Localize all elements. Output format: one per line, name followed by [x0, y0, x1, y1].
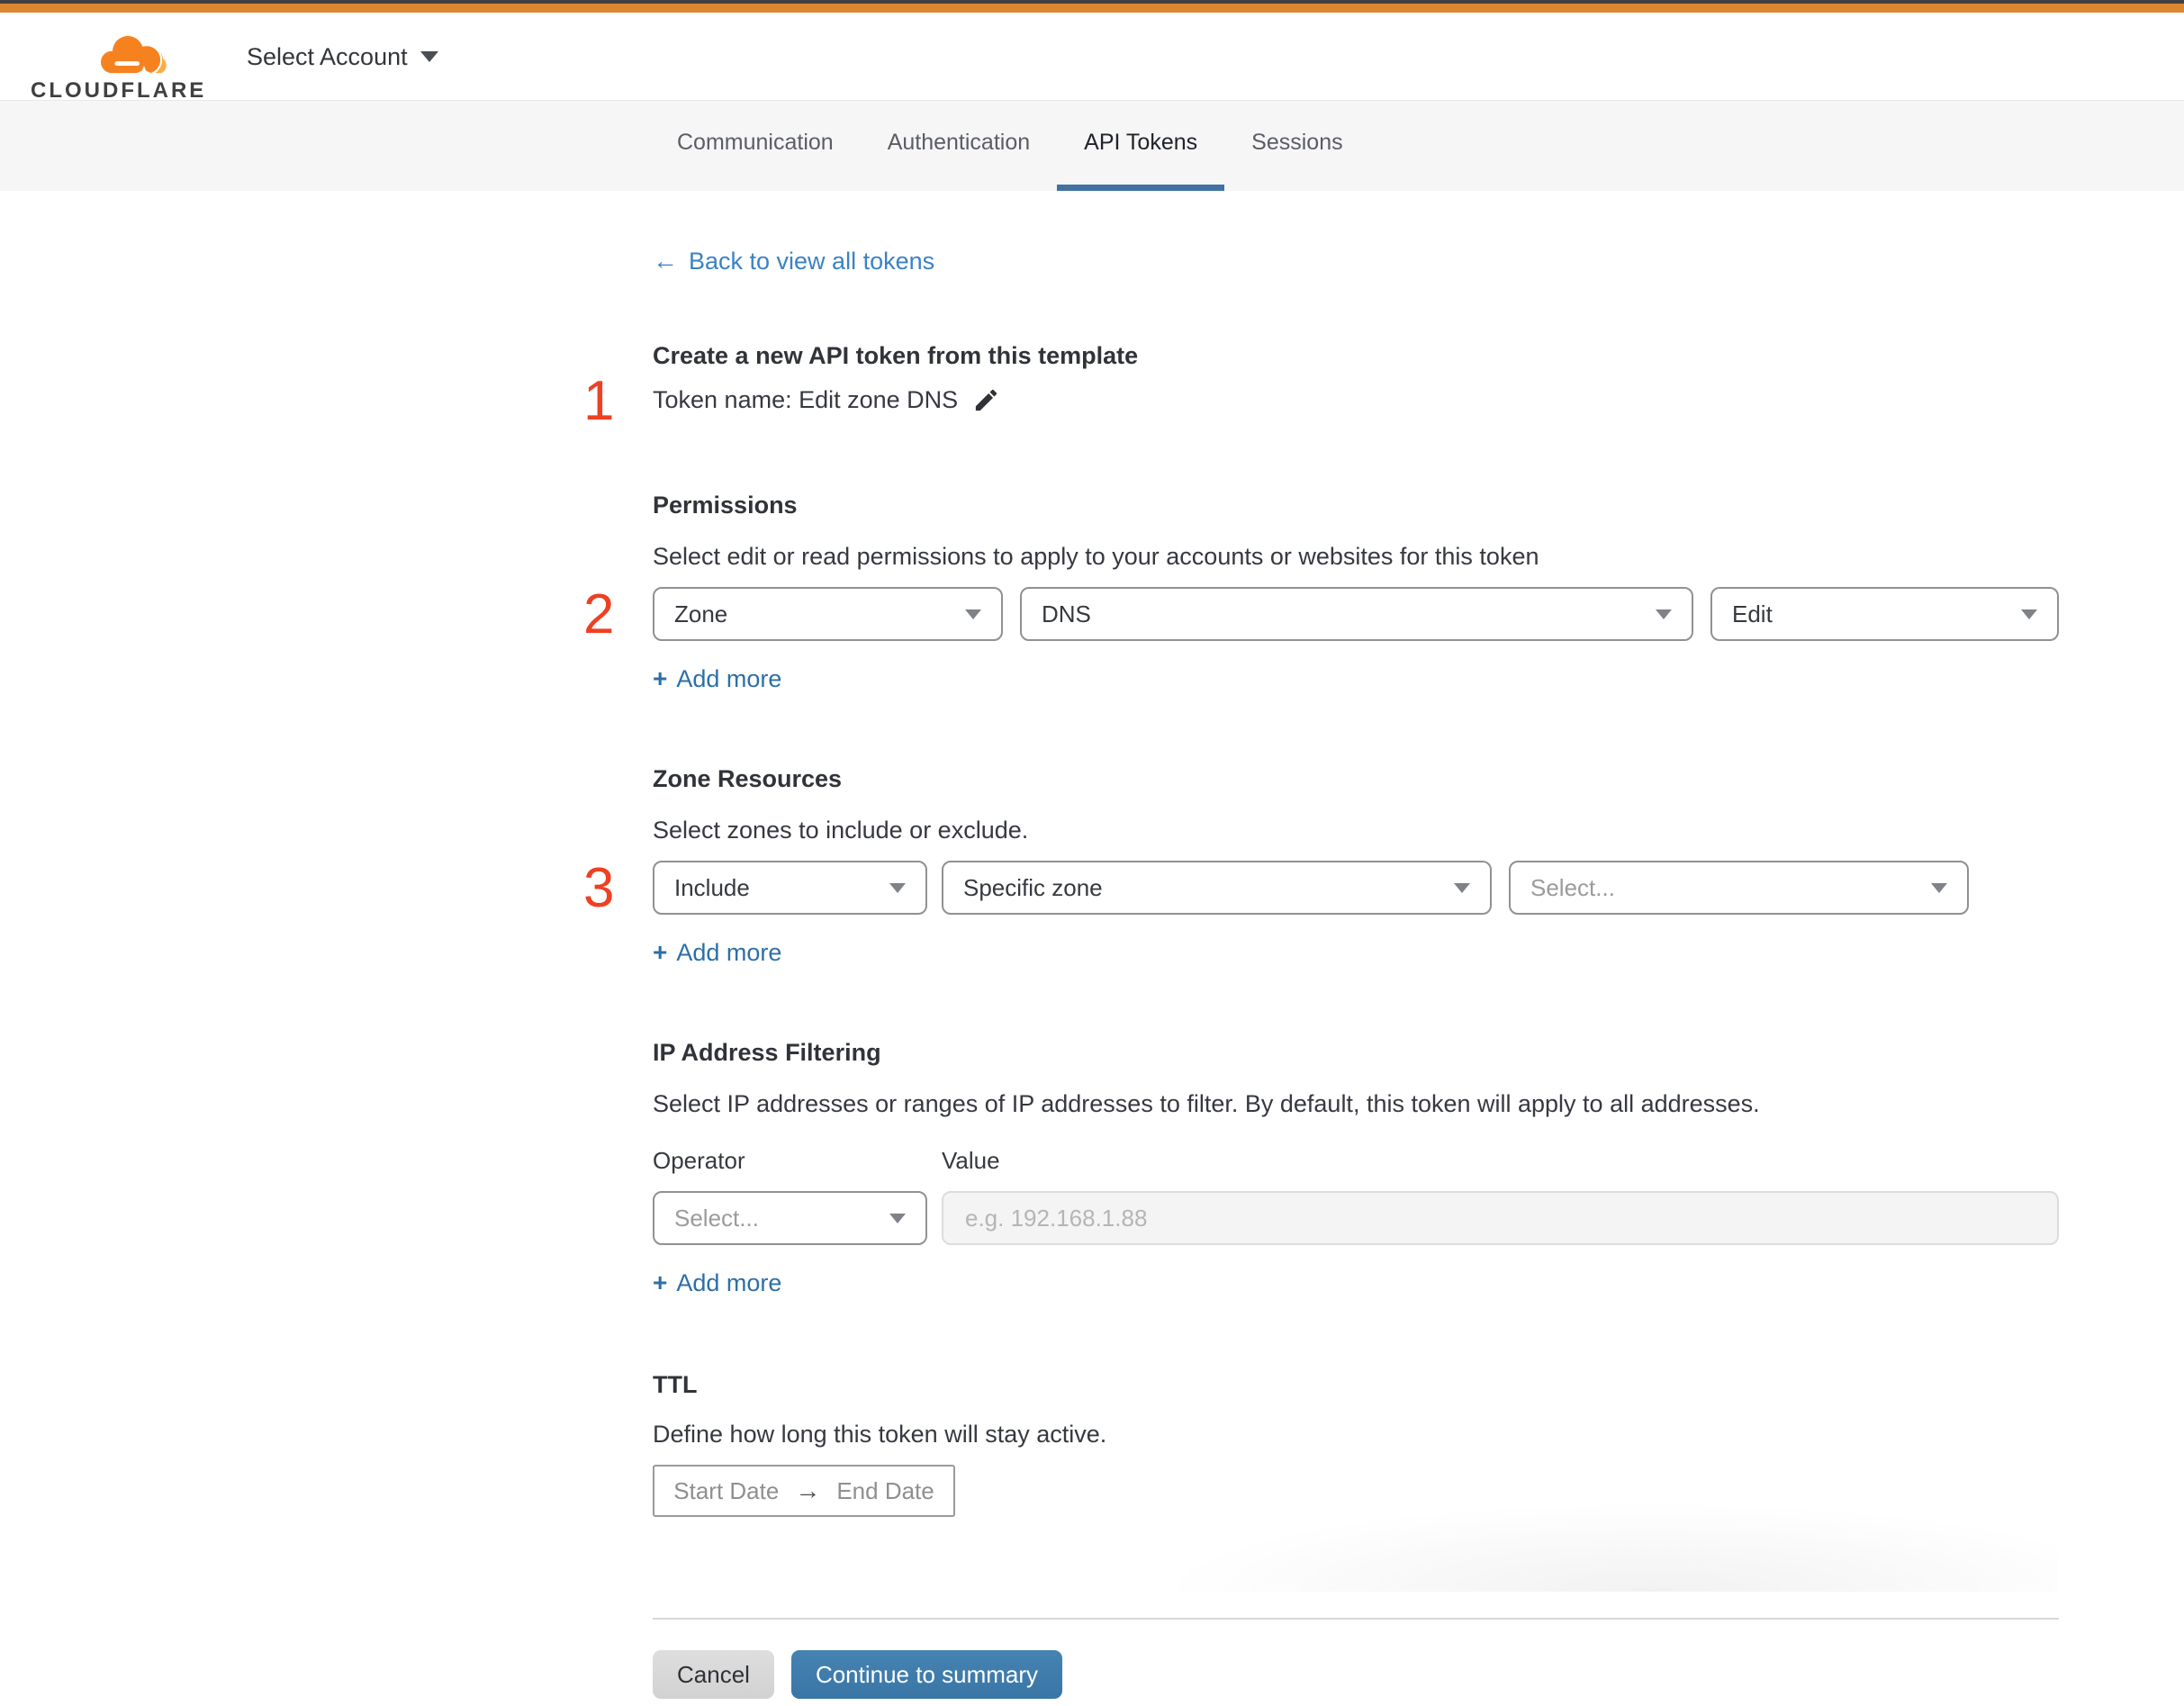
permission-access-select[interactable]: Edit — [1710, 587, 2059, 641]
permissions-heading: Permissions — [653, 492, 798, 519]
ip-filtering-row: Select... — [653, 1191, 2059, 1245]
orange-accent-bar — [0, 4, 2184, 13]
zone-resources-description: Select zones to include or exclude. — [653, 817, 1029, 844]
ip-filtering-heading: IP Address Filtering — [653, 1039, 881, 1066]
back-arrow-icon: ← — [653, 247, 678, 275]
add-more-label: Add more — [676, 1268, 782, 1296]
zone-mode-select[interactable]: Include — [653, 861, 927, 915]
cancel-button[interactable]: Cancel — [653, 1650, 774, 1699]
page-title: Create a new API token from this templat… — [653, 342, 1139, 369]
permissions-add-more-link[interactable]: + Add more — [653, 664, 781, 693]
back-to-tokens-link[interactable]: ← Back to view all tokens — [653, 247, 934, 275]
select-value: Include — [674, 873, 750, 901]
step-number-1: 1 — [583, 370, 615, 432]
step-number-2: 2 — [583, 583, 615, 645]
arrow-right-icon: → — [795, 1476, 821, 1504]
account-selector[interactable]: Select Account — [247, 13, 438, 101]
plus-icon: + — [653, 664, 668, 692]
token-name-text: Token name: Edit zone DNS — [653, 386, 959, 413]
permissions-row: 2 Zone DNS Edit — [583, 587, 2059, 643]
zone-scope-select[interactable]: Specific zone — [942, 861, 1492, 915]
tab-label: API Tokens — [1084, 130, 1198, 155]
plus-icon: + — [653, 1268, 668, 1296]
end-date-placeholder: End Date — [836, 1476, 934, 1504]
ip-filtering-add-more-link[interactable]: + Add more — [653, 1268, 781, 1297]
step-number-3: 3 — [583, 857, 615, 919]
tab-label: Sessions — [1251, 130, 1343, 155]
edit-token-name-button[interactable] — [972, 386, 1000, 414]
cloudflare-logo[interactable]: CLOUDFLARE — [31, 31, 207, 104]
ttl-heading: TTL — [653, 1371, 698, 1398]
select-value: Zone — [674, 600, 728, 627]
zone-resources-row: 3 Include Specific zone Select... — [583, 861, 2059, 916]
chevron-down-icon — [1656, 609, 1672, 619]
ip-filtering-labels: Operator Value — [653, 1147, 2059, 1175]
select-placeholder: Select... — [1530, 873, 1615, 901]
zone-picker-select[interactable]: Select... — [1509, 861, 1969, 915]
footer-actions: Cancel Continue to summary — [653, 1650, 2059, 1706]
token-form: ← Back to view all tokens Create a new A… — [583, 191, 2059, 1706]
zone-resources-heading: Zone Resources — [653, 765, 843, 792]
tab-label: Authentication — [887, 130, 1031, 155]
select-value: Specific zone — [963, 873, 1103, 901]
permissions-description: Select edit or read permissions to apply… — [653, 543, 1539, 570]
permission-category-select[interactable]: DNS — [1020, 587, 1693, 641]
pencil-icon — [976, 389, 997, 411]
chevron-down-icon — [2021, 609, 2037, 619]
tab-api-tokens[interactable]: API Tokens — [1057, 101, 1225, 191]
tab-bar: Communication Authentication API Tokens … — [0, 101, 2184, 191]
start-date-placeholder: Start Date — [673, 1476, 780, 1504]
chevron-down-icon — [889, 882, 906, 893]
value-label: Value — [942, 1147, 1000, 1174]
plus-icon: + — [653, 938, 668, 966]
chevron-down-icon — [1454, 882, 1470, 893]
select-placeholder: Select... — [674, 1204, 759, 1232]
ip-filtering-description: Select IP addresses or ranges of IP addr… — [653, 1090, 1760, 1117]
ttl-date-range-picker[interactable]: Start Date → End Date — [653, 1465, 955, 1517]
back-link-label: Back to view all tokens — [689, 247, 935, 275]
tab-sessions[interactable]: Sessions — [1224, 101, 1369, 191]
select-value: DNS — [1042, 600, 1091, 627]
tab-label: Communication — [677, 130, 834, 155]
account-selector-label: Select Account — [247, 42, 408, 70]
ip-value-input[interactable] — [942, 1191, 2059, 1245]
app-header: CLOUDFLARE Select Account — [0, 13, 2184, 104]
token-name-row: 1 Token name: Edit zone DNS — [583, 374, 2059, 429]
chevron-down-icon — [420, 51, 438, 62]
add-more-label: Add more — [676, 664, 782, 692]
ip-operator-select[interactable]: Select... — [653, 1191, 927, 1245]
add-more-label: Add more — [676, 938, 782, 966]
chevron-down-icon — [1931, 882, 1947, 893]
select-value: Edit — [1732, 600, 1773, 627]
tab-authentication[interactable]: Authentication — [861, 101, 1057, 191]
continue-to-summary-button[interactable]: Continue to summary — [790, 1650, 1063, 1699]
permission-scope-select[interactable]: Zone — [653, 587, 1003, 641]
chevron-down-icon — [889, 1213, 906, 1223]
tab-communication[interactable]: Communication — [650, 101, 861, 191]
zone-resources-add-more-link[interactable]: + Add more — [653, 938, 781, 967]
cloudflare-cloud-icon — [99, 34, 167, 77]
operator-label: Operator — [653, 1147, 745, 1174]
footer-divider — [653, 1618, 2059, 1620]
brand-wordmark: CLOUDFLARE — [31, 78, 207, 103]
ttl-description: Define how long this token will stay act… — [653, 1421, 1107, 1448]
chevron-down-icon — [965, 609, 981, 619]
